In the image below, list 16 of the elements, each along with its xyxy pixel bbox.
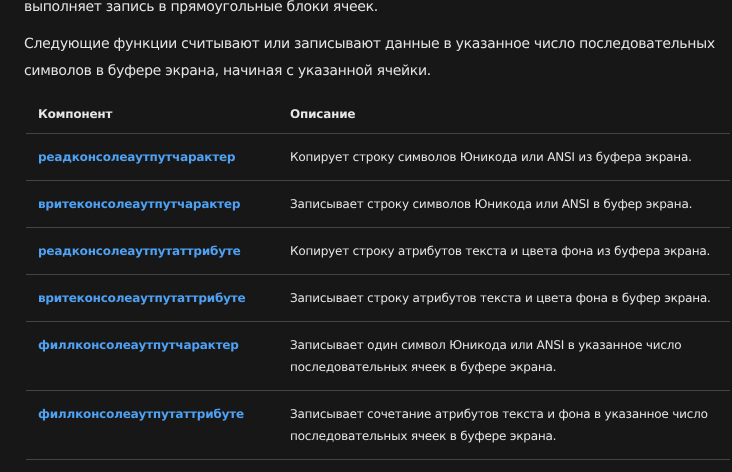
- function-link[interactable]: вритеконсолеаутпутчарактер: [38, 197, 240, 211]
- paragraph: Следующие функции считывают или записывают данные в указанное число последовательных символов в буфере экрана, начиная с указанной ячейки.: [24, 35, 716, 81]
- table-cell: Записывает сочетание атрибутов текста и фона в указанное число последовательных ячеек в буфере экрана.: [290, 407, 708, 443]
- function-link[interactable]: реадконсолеаутпутаттрибуте: [38, 244, 241, 258]
- table-cell: Записывает один символ Юникода или ANSI в указанное число последовательных ячеек в буфере экрана.: [290, 338, 682, 374]
- function-link[interactable]: филлконсолеаутпутчарактер: [38, 338, 239, 352]
- table-cell: Копирует строку атрибутов текста и цвета фона из буфера экрана.: [290, 244, 710, 258]
- column-header: Компонент: [38, 107, 112, 121]
- function-link[interactable]: филлконсолеаутпутаттрибуте: [38, 407, 244, 421]
- table-cell: Копирует строку символов Юникода или ANSI из буфера экрана.: [290, 150, 692, 164]
- function-link[interactable]: реадконсолеаутпутчарактер: [38, 150, 236, 164]
- column-header: Описание: [290, 107, 356, 121]
- table-cell: Записывает строку атрибутов текста и цвета фона в буфер экрана.: [290, 291, 711, 305]
- table-cell: Записывает строку символов Юникода или ANSI в буфер экрана.: [290, 197, 692, 211]
- paragraph: выполняет запись в прямоугольные блоки ячеек.: [24, 0, 379, 17]
- function-link[interactable]: вритеконсолеаутпутаттрибуте: [38, 291, 246, 305]
